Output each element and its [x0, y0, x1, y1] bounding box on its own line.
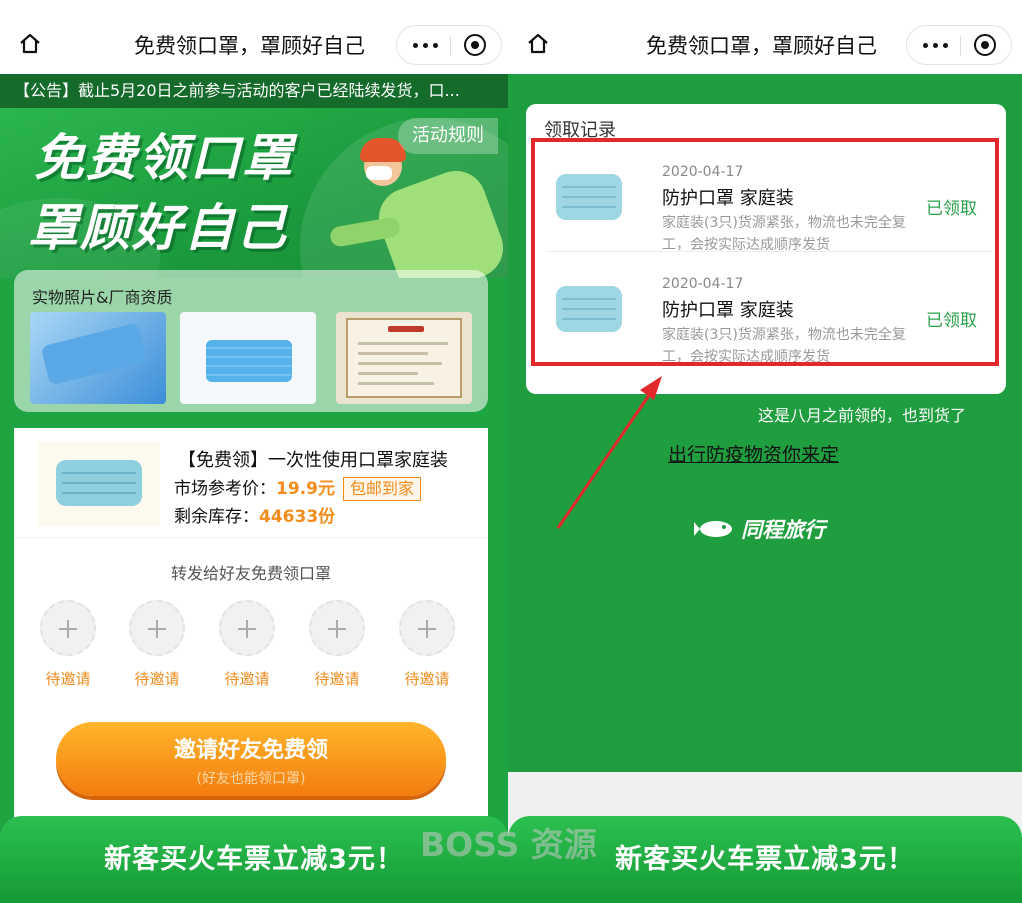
- home-button[interactable]: [522, 28, 556, 62]
- hero-banner: 免费领口罩 罩顾好自己 活动规则: [0, 108, 508, 278]
- annotation-text: 这是八月之前领的，也到货了: [758, 406, 967, 425]
- mask-photo[interactable]: [30, 312, 166, 404]
- fish-logo-icon: [694, 521, 732, 537]
- invite-slot[interactable]: 待邀请: [217, 600, 277, 689]
- product-card: 【免费领】一次性使用口罩家庭装 市场参考价：19.9元 包邮到家 剩余库存：446…: [14, 428, 488, 848]
- invite-slot-label: 待邀请: [404, 670, 450, 688]
- capsule-divider: [450, 36, 451, 56]
- shipping-tag: 包邮到家: [342, 477, 421, 501]
- product-image: [38, 442, 160, 526]
- home-icon: [20, 33, 40, 54]
- photos-title: 实物照片&厂商资质: [32, 288, 173, 307]
- page-title: 免费领口罩，罩顾好自己: [134, 34, 365, 58]
- more-dots-icon[interactable]: [411, 34, 441, 56]
- stock-row: 剩余库存：44633份: [174, 502, 335, 527]
- mask-photo[interactable]: [180, 312, 316, 404]
- plus-icon: [309, 600, 365, 656]
- left-screen: 免费领口罩，罩顾好自己 【公告】截止5月20日之前参与活动的客户已经陆续发货，口…: [0, 0, 508, 903]
- hero-title-line1: 免费领口罩: [34, 129, 294, 187]
- stock-label: 剩余库存：: [174, 507, 259, 527]
- home-button[interactable]: [14, 28, 48, 62]
- stock-value: 44633份: [259, 507, 336, 527]
- capsule-divider: [960, 36, 961, 56]
- plus-icon: [129, 600, 185, 656]
- capsule-menu: [396, 25, 502, 65]
- epidemic-supplies-link[interactable]: 出行防疫物资你来定: [668, 440, 839, 467]
- invite-slot-label: 待邀请: [134, 670, 180, 688]
- price-value: 19.9元: [276, 479, 335, 499]
- rules-button[interactable]: 活动规则: [398, 118, 498, 154]
- invite-slot[interactable]: 待邀请: [397, 600, 457, 689]
- hero-title-line2: 罩顾好自己: [28, 199, 288, 257]
- product-info: 【免费领】一次性使用口罩家庭装 市场参考价：19.9元 包邮到家 剩余库存：446…: [14, 428, 488, 538]
- product-name: 【免费领】一次性使用口罩家庭装: [178, 450, 448, 471]
- brand-name: 同程旅行: [741, 518, 826, 542]
- page-title: 免费领口罩，罩顾好自己: [646, 34, 877, 58]
- invite-button-sublabel: (好友也能领口罩): [196, 771, 306, 787]
- invite-slot[interactable]: 待邀请: [38, 600, 98, 689]
- annotation-highlight-box: [531, 138, 999, 366]
- more-dots-icon[interactable]: [921, 34, 951, 56]
- invite-slot-label: 待邀请: [224, 670, 270, 688]
- plus-icon: [40, 600, 96, 656]
- price-row: 市场参考价：19.9元 包邮到家: [174, 474, 421, 501]
- invite-slot[interactable]: 待邀请: [127, 600, 187, 689]
- business-license-photo[interactable]: [336, 312, 472, 404]
- right-screen: 免费领口罩，罩顾好自己 领取记录 2020-04-17 防护口罩 家庭装 家庭装…: [508, 0, 1022, 903]
- capsule-close-icon[interactable]: [974, 34, 996, 56]
- invite-friends-button[interactable]: 邀请好友免费领 (好友也能领口罩): [56, 722, 446, 796]
- invite-slot[interactable]: 待邀请: [307, 600, 367, 689]
- invite-button-label: 邀请好友免费领: [173, 738, 328, 763]
- plus-icon: [219, 600, 275, 656]
- share-title: 转发给好友免费领口罩: [170, 564, 331, 583]
- title-bar: 免费领口罩，罩顾好自己: [0, 0, 508, 74]
- brand-logo: 同程旅行: [694, 514, 825, 544]
- title-bar: 免费领口罩，罩顾好自己: [508, 0, 1022, 74]
- invite-slot-label: 待邀请: [314, 670, 360, 688]
- capsule-close-icon[interactable]: [464, 34, 486, 56]
- price-label: 市场参考价：: [174, 479, 276, 499]
- watermark: BOSS 资源: [420, 825, 597, 864]
- capsule-menu: [906, 25, 1012, 65]
- photos-card: 实物照片&厂商资质: [14, 270, 488, 412]
- notice-bar[interactable]: 【公告】截止5月20日之前参与活动的客户已经陆续发货，口...: [0, 74, 508, 108]
- plus-icon: [399, 600, 455, 656]
- invite-slot-label: 待邀请: [45, 670, 91, 688]
- home-icon: [528, 33, 548, 54]
